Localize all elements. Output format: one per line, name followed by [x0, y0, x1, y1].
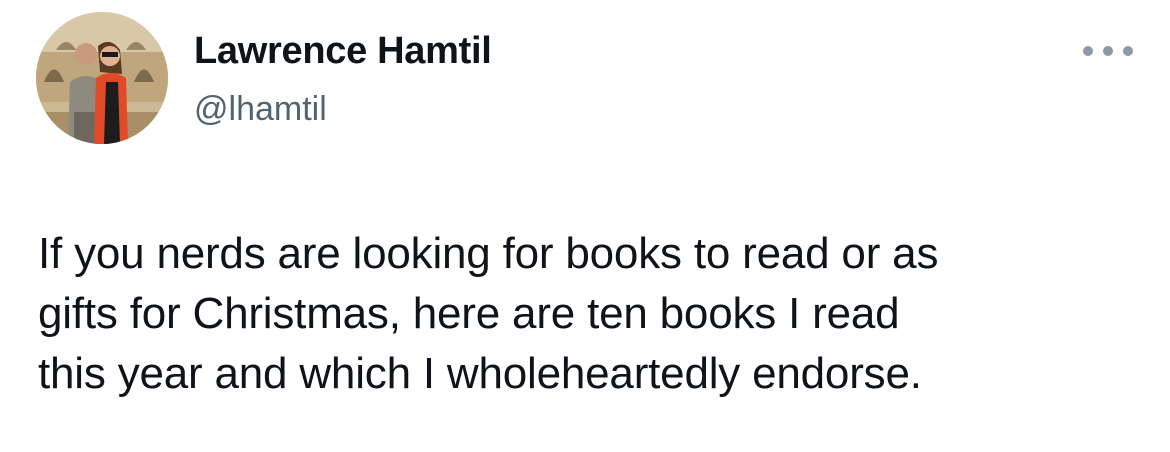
- tweet-text-line: gifts for Christmas, here are ten books …: [38, 289, 900, 338]
- author-block: Lawrence Hamtil @lhamtil: [194, 28, 492, 130]
- author-display-name[interactable]: Lawrence Hamtil: [194, 28, 492, 74]
- author-handle[interactable]: @lhamtil: [194, 88, 492, 130]
- more-options-button[interactable]: [1083, 36, 1133, 66]
- tweet-text: If you nerds are looking for books to re…: [38, 224, 1138, 404]
- profile-photo-icon: [36, 12, 168, 144]
- tweet-text-line: If you nerds are looking for books to re…: [38, 229, 939, 278]
- more-horizontal-icon: [1083, 46, 1093, 56]
- tweet-text-line: this year and which I wholeheartedly end…: [38, 349, 922, 398]
- tweet-card: Lawrence Hamtil @lhamtil If you nerds ar…: [0, 0, 1170, 452]
- more-horizontal-icon: [1123, 46, 1133, 56]
- more-horizontal-icon: [1103, 46, 1113, 56]
- avatar[interactable]: [36, 12, 168, 144]
